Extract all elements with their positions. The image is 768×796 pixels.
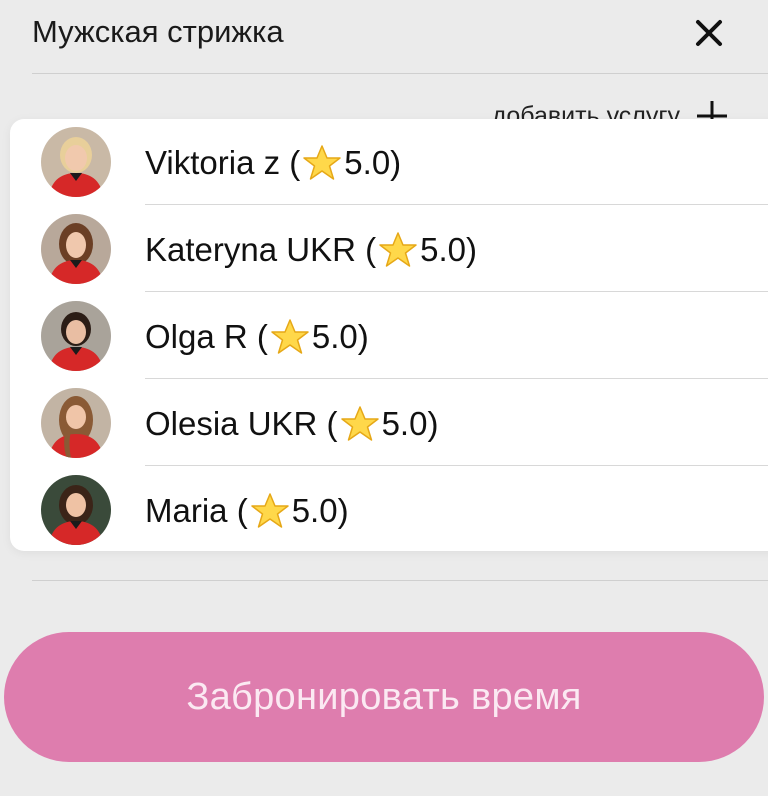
master-rating: 5.0 [344,144,391,181]
star-icon [340,406,379,441]
master-rating: 5.0 [420,231,466,268]
paren-close: ) [337,492,349,529]
avatar [41,127,111,197]
paren-close: ) [390,144,402,181]
header-divider [32,73,768,74]
master-rating: 5.0 [311,318,358,355]
master-rating: 5.0 [381,405,428,442]
book-time-button-label: Забронировать время [186,675,582,718]
master-row-viktoria[interactable]: Viktoria z ( 5.0 ) [10,119,768,205]
master-rating: 5.0 [291,492,338,529]
master-row-kateryna[interactable]: Kateryna UKR ( 5.0 ) [10,206,768,292]
master-row-olga[interactable]: Olga R ( 5.0 ) [10,293,768,379]
paren-close: ) [357,318,369,355]
master-label: Kateryna UKR ( 5.0 ) [145,230,477,270]
master-label: Viktoria z ( 5.0 ) [145,143,401,183]
paren-open: ( [317,405,338,442]
avatar [41,475,111,545]
paren-open: ( [355,231,377,268]
paren-open: ( [280,144,301,181]
avatar [41,388,111,458]
paren-open: ( [247,318,268,355]
master-label: Olga R ( 5.0 ) [145,317,369,357]
avatar [41,214,111,284]
master-name: Maria [145,492,228,529]
master-select-popup: Viktoria z ( 5.0 ) Kateryna UKR (5.0) … [10,119,768,551]
bottom-divider [32,580,768,581]
row-divider [145,465,768,466]
paren-open: ( [227,492,248,529]
row-divider [145,291,768,292]
master-row-maria[interactable]: Maria ( 5.0 ) [10,467,768,551]
star-icon [303,145,342,180]
master-label: Olesia UKR ( 5.0 ) [145,404,438,444]
master-name: Olesia UKR [145,405,318,442]
row-divider [145,378,768,379]
page-title: Мужская стрижка [32,14,284,49]
star-icon [379,232,417,267]
star-icon [271,319,309,354]
close-icon[interactable] [690,14,728,52]
book-time-button[interactable]: Забронировать время [4,632,764,762]
master-name: Kateryna UKR [145,231,356,268]
avatar [41,301,111,371]
master-name: Olga R [145,318,248,355]
star-icon [250,493,289,528]
paren-close: ) [427,405,439,442]
paren-close: ) [465,231,477,268]
row-divider [145,204,768,205]
master-label: Maria ( 5.0 ) [145,491,349,531]
master-row-olesia[interactable]: Olesia UKR ( 5.0 ) [10,380,768,466]
master-name: Viktoria z [145,144,281,181]
